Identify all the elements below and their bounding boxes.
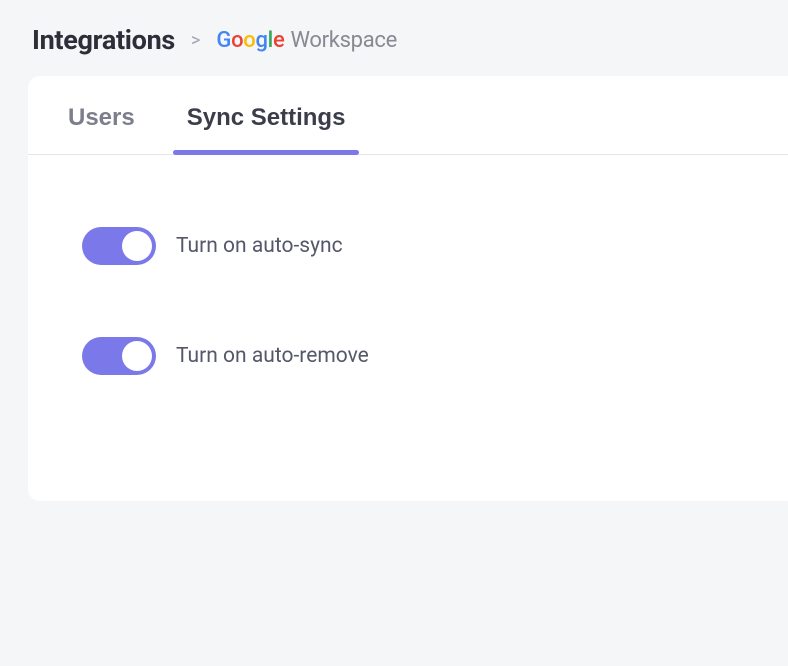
auto-remove-row: Turn on auto-remove bbox=[82, 337, 734, 375]
chevron-right-icon: > bbox=[191, 30, 200, 51]
workspace-text: Workspace bbox=[290, 28, 397, 53]
breadcrumb: Integrations > G o o g l e Workspace bbox=[0, 0, 788, 76]
settings-card: Users Sync Settings Turn on auto-sync Tu… bbox=[28, 76, 788, 501]
google-logo-letter: o bbox=[231, 28, 243, 53]
toggle-knob bbox=[122, 341, 152, 371]
google-workspace-logo: G o o g l e Workspace bbox=[216, 28, 397, 53]
toggle-knob bbox=[122, 231, 152, 261]
auto-remove-label: Turn on auto-remove bbox=[176, 344, 369, 368]
tab-sync-settings[interactable]: Sync Settings bbox=[179, 76, 354, 154]
google-logo-letter: e bbox=[273, 28, 284, 53]
auto-sync-label: Turn on auto-sync bbox=[176, 234, 343, 258]
google-logo-letter: o bbox=[243, 28, 255, 53]
auto-sync-row: Turn on auto-sync bbox=[82, 227, 734, 265]
auto-remove-toggle[interactable] bbox=[82, 337, 156, 375]
tab-bar: Users Sync Settings bbox=[28, 76, 788, 155]
auto-sync-toggle[interactable] bbox=[82, 227, 156, 265]
google-logo-letter: g bbox=[255, 28, 267, 53]
settings-body: Turn on auto-sync Turn on auto-remove bbox=[28, 155, 788, 487]
breadcrumb-root[interactable]: Integrations bbox=[32, 24, 175, 56]
google-logo-letter: G bbox=[216, 28, 231, 53]
tab-users[interactable]: Users bbox=[60, 76, 143, 154]
